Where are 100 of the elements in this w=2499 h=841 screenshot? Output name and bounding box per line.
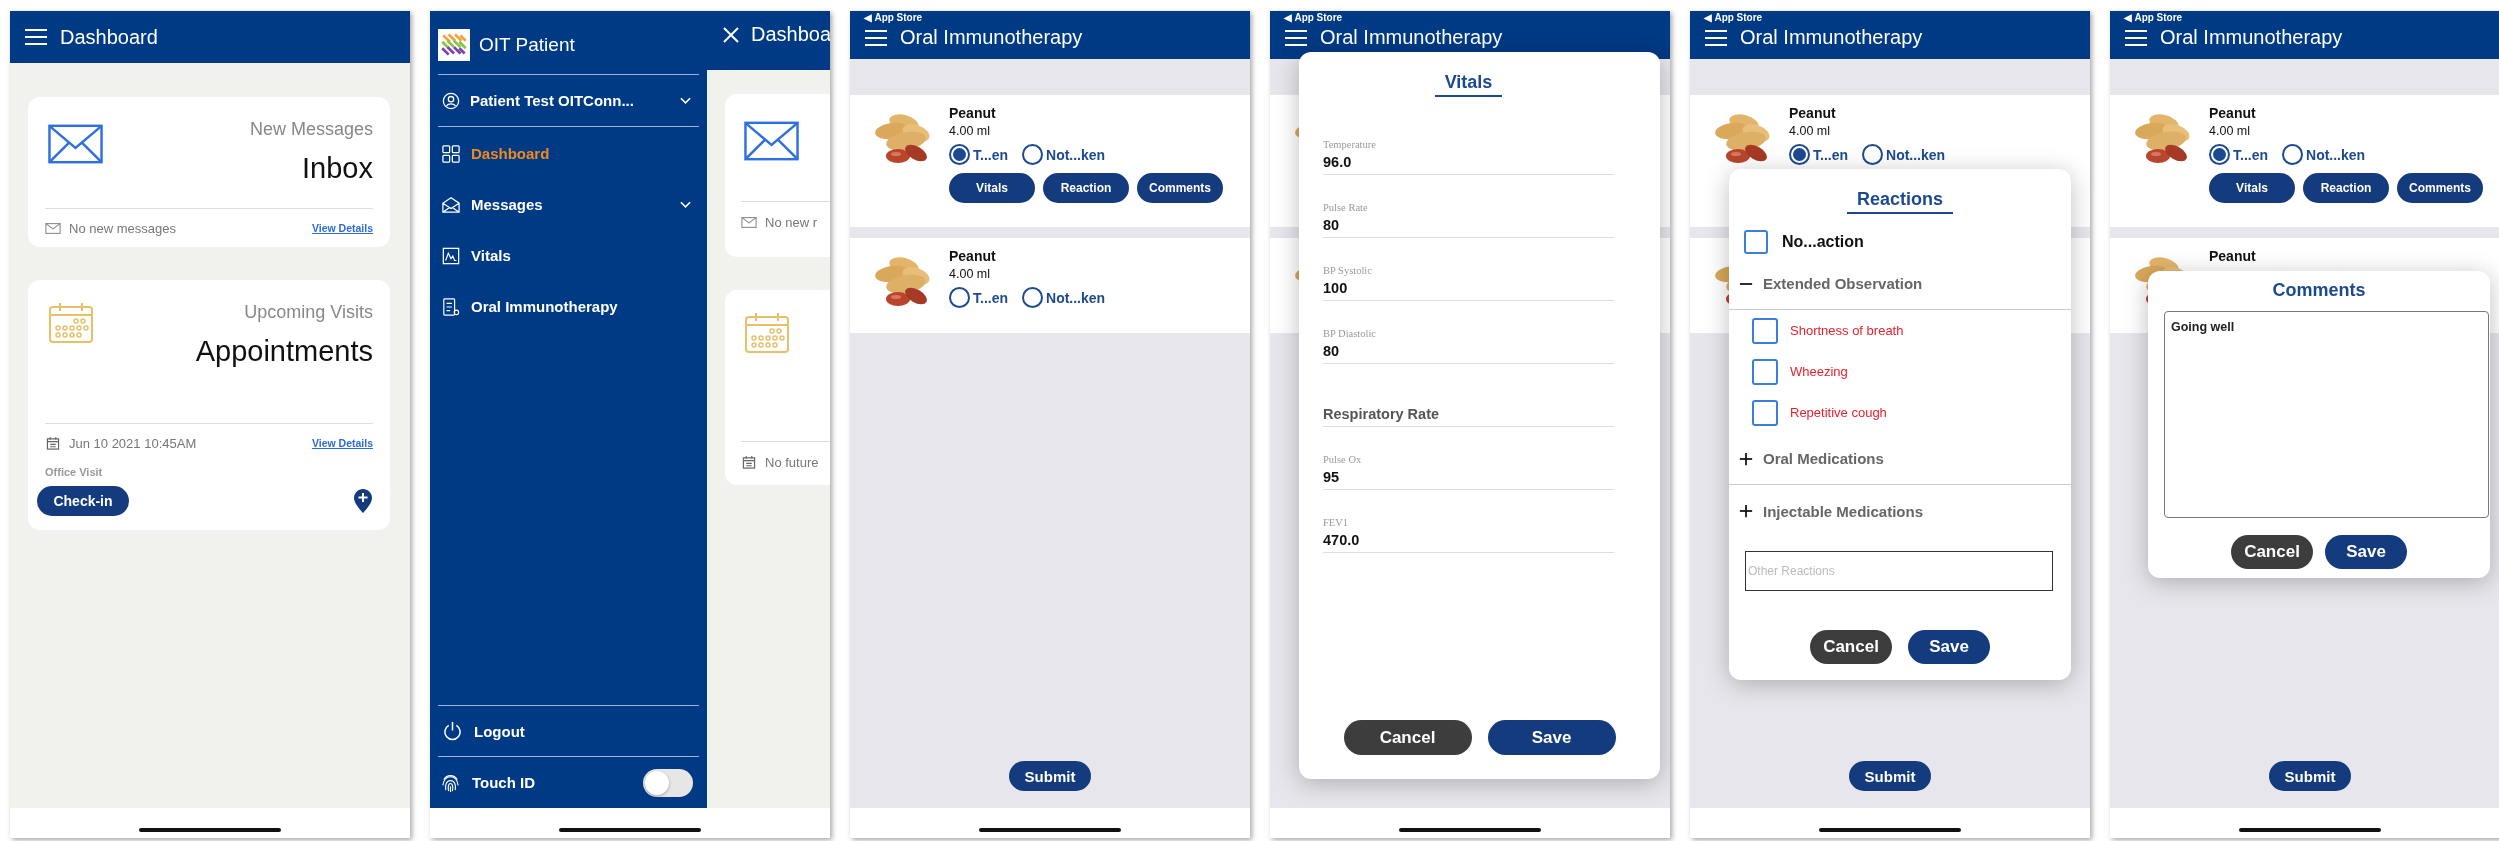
calendar-icon: [48, 302, 94, 344]
radio-label[interactable]: Not...ken: [1046, 289, 1106, 306]
field-label: Pulse Rate: [1323, 202, 1369, 213]
plus-icon[interactable]: [1739, 451, 1753, 466]
chart-icon: [442, 246, 460, 265]
cancel-button[interactable]: Cancel: [2231, 535, 2313, 569]
screen-title: Oral Immunotherapy: [1740, 26, 1923, 49]
card-subtitle: New Messages: [249, 119, 373, 140]
card-subtitle: Upcoming Visits: [244, 302, 373, 323]
radio-button[interactable]: [2282, 144, 2303, 165]
menu-icon[interactable]: [24, 28, 48, 46]
calendar-icon: [45, 436, 61, 450]
footer-text: No new messages: [69, 220, 177, 236]
field-label: BP Diastolic: [1323, 328, 1377, 339]
save-button[interactable]: Save: [2325, 535, 2407, 569]
mail-icon: [741, 215, 757, 229]
view-details-link[interactable]: View Details: [311, 222, 373, 234]
radio-label[interactable]: Not...ken: [2306, 146, 2366, 163]
checkbox[interactable]: [1752, 358, 1778, 385]
input-field[interactable]: 95: [1323, 465, 1614, 489]
radio-button[interactable]: [1862, 144, 1883, 165]
section-label[interactable]: Injectable Medications: [1763, 502, 1924, 520]
card-title: Appointments: [195, 335, 373, 368]
medication-name: Peanut: [949, 105, 997, 121]
toggle-switch[interactable]: [643, 768, 693, 797]
chevron-down-icon[interactable]: [680, 96, 691, 105]
radio-label[interactable]: T...en: [2233, 146, 2268, 163]
action-button[interactable]: Comments: [2397, 173, 2483, 203]
calendar-icon: [741, 455, 757, 469]
close-icon[interactable]: [723, 26, 739, 43]
comment-field[interactable]: Going well: [2164, 311, 2489, 518]
back-link[interactable]: ◀ App Store: [1284, 12, 1343, 24]
menu-icon[interactable]: [1704, 28, 1728, 47]
menu-item[interactable]: Messages: [438, 179, 699, 230]
screen-title: Dashboard: [60, 25, 158, 49]
checkbox[interactable]: [1752, 399, 1778, 426]
cancel-button[interactable]: Cancel: [1810, 630, 1892, 664]
input-field[interactable]: Respiratory Rate: [1323, 402, 1614, 426]
action-button[interactable]: Reaction: [2303, 173, 2389, 203]
cancel-button[interactable]: Cancel: [1343, 720, 1472, 755]
radio-label[interactable]: T...en: [973, 146, 1008, 163]
dose-amount: 4.00 ml: [949, 124, 991, 138]
checkbox-label[interactable]: Wheezing: [1790, 364, 1848, 379]
submit-button[interactable]: Submit: [2269, 761, 2351, 791]
radio-button[interactable]: [949, 287, 970, 308]
input-field[interactable]: Other Reactions: [1745, 551, 2053, 591]
radio-button[interactable]: [949, 144, 970, 165]
menu-icon[interactable]: [864, 28, 888, 47]
radio-button[interactable]: [1022, 144, 1043, 165]
back-link[interactable]: ◀ App Store: [1704, 12, 1763, 24]
dialog-title: Reactions: [1847, 169, 1953, 214]
visit-type: Office Visit: [45, 466, 104, 478]
input-field[interactable]: 80: [1323, 213, 1614, 237]
checkbox[interactable]: [1752, 317, 1778, 344]
check-in-button[interactable]: Check-in: [37, 486, 129, 516]
input-field[interactable]: 100: [1323, 276, 1614, 300]
mail-icon: [45, 221, 61, 235]
medication-name: Peanut: [1789, 105, 1837, 121]
save-button[interactable]: Save: [1908, 630, 1990, 664]
checkbox[interactable]: [1744, 230, 1768, 254]
radio-label[interactable]: T...en: [973, 289, 1008, 306]
menu-icon[interactable]: [2124, 28, 2148, 47]
action-button[interactable]: Comments: [1137, 173, 1223, 203]
submit-button[interactable]: Submit: [1849, 761, 1931, 791]
action-button[interactable]: Vitals: [2209, 173, 2295, 203]
section-label[interactable]: Extended Observation: [1763, 275, 1923, 292]
plus-icon[interactable]: [1739, 504, 1753, 518]
location-pin-icon[interactable]: [353, 488, 373, 514]
input-field[interactable]: 80: [1323, 339, 1614, 363]
radio-label[interactable]: Not...ken: [1046, 146, 1106, 163]
submit-button[interactable]: Submit: [1009, 761, 1091, 791]
chevron-icon[interactable]: [680, 200, 691, 209]
envelope-icon: [744, 121, 799, 161]
input-field[interactable]: 96.0: [1323, 150, 1614, 174]
back-link[interactable]: ◀ App Store: [2124, 12, 2183, 24]
menu-item[interactable]: Vitals: [438, 230, 699, 281]
view-details-link[interactable]: View Details: [311, 437, 373, 449]
checkbox-label[interactable]: No...action: [1782, 233, 1864, 251]
menu-item[interactable]: Oral Immunotherapy: [438, 281, 699, 332]
back-link[interactable]: ◀ App Store: [864, 12, 923, 24]
screen-title: Oral Immunotherapy: [900, 26, 1083, 49]
radio-button[interactable]: [1022, 287, 1043, 308]
app-name: OIT Patient: [479, 33, 575, 56]
field-label: BP Systolic: [1323, 265, 1373, 276]
input-field[interactable]: 470.0: [1323, 528, 1614, 552]
user-name[interactable]: Patient Test OITConn...: [470, 92, 670, 109]
menu-item[interactable]: Dashboard: [438, 128, 699, 179]
menu-icon[interactable]: [1284, 28, 1308, 47]
radio-label[interactable]: T...en: [1813, 146, 1848, 163]
radio-label[interactable]: Not...ken: [1886, 146, 1946, 163]
save-button[interactable]: Save: [1487, 720, 1616, 755]
action-button[interactable]: Reaction: [1043, 173, 1129, 203]
action-button[interactable]: Vitals: [949, 173, 1035, 203]
section-label[interactable]: Oral Medications: [1763, 450, 1884, 467]
logout-button[interactable]: Logout: [438, 705, 699, 756]
radio-button[interactable]: [2209, 144, 2230, 165]
footer-text: No future: [765, 454, 820, 470]
checkbox-label[interactable]: Shortness of breath: [1790, 323, 1904, 338]
radio-button[interactable]: [1789, 144, 1810, 165]
checkbox-label[interactable]: Repetitive cough: [1790, 405, 1887, 420]
